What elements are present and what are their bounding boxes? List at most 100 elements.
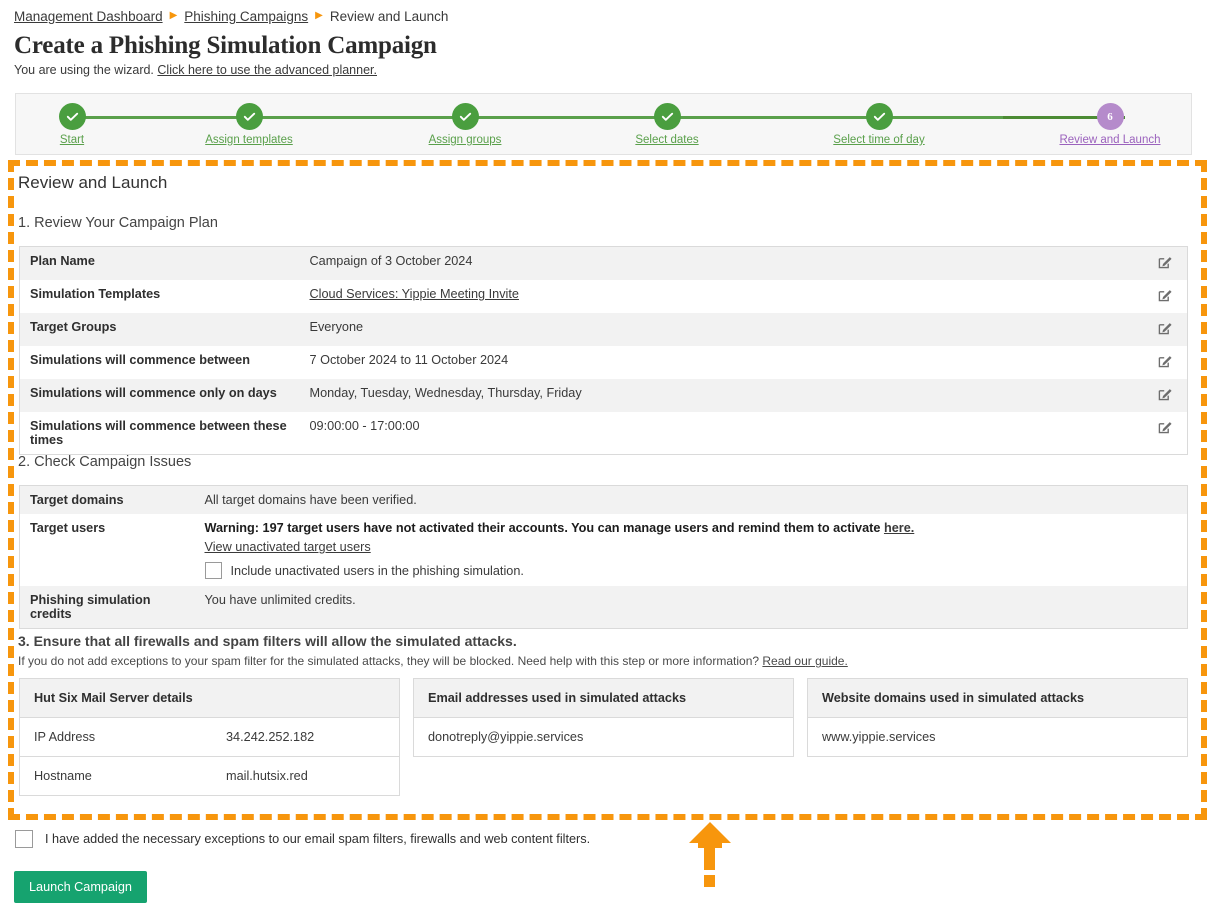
view-unactivated-target-users-link[interactable]: View unactivated target users (205, 540, 371, 554)
read-our-guide-link[interactable]: Read our guide. (762, 654, 847, 668)
table-row: Target users Warning: 197 target users h… (19, 514, 1188, 586)
card-mail-server-details: Hut Six Mail Server details IP Address 3… (19, 678, 400, 796)
stepper-label-assign-templates[interactable]: Assign templates (179, 134, 319, 146)
breadcrumb-separator-icon: ▶ (169, 9, 178, 21)
stepper-bubble-complete (451, 103, 479, 130)
stepper-step-select-dates[interactable]: Select dates (597, 103, 737, 146)
edit-pencil-icon[interactable] (1157, 320, 1173, 339)
stepper-bubble-complete (865, 103, 893, 130)
exceptions-confirmation-checkbox[interactable] (15, 830, 33, 848)
edit-pencil-icon[interactable] (1157, 419, 1173, 438)
stepper-label-start[interactable]: Start (2, 134, 142, 146)
card-row-key: www.yippie.services (822, 730, 936, 744)
stepper-step-select-time-of-day[interactable]: Select time of day (809, 103, 949, 146)
edit-pencil-icon[interactable] (1157, 287, 1173, 306)
table-row: Phishing simulation credits You have unl… (19, 586, 1188, 629)
stepper-step-review-and-launch[interactable]: 6 Review and Launch (1040, 103, 1180, 146)
card-row-key: donotreply@yippie.services (428, 730, 584, 744)
table-row: Simulation Templates Cloud Services: Yip… (19, 280, 1188, 313)
stepper-label-review-and-launch[interactable]: Review and Launch (1040, 134, 1180, 146)
page-section-heading: Review and Launch (18, 173, 168, 192)
plan-row-label: Plan Name (30, 254, 95, 268)
card-heading: Hut Six Mail Server details (20, 679, 399, 718)
simulation-template-link[interactable]: Cloud Services: Yippie Meeting Invite (310, 287, 519, 301)
card-website-domains: Website domains used in simulated attack… (807, 678, 1188, 757)
breadcrumb: Management Dashboard ▶ Phishing Campaign… (14, 9, 448, 24)
plan-row-label: Simulations will commence between these … (30, 419, 287, 447)
plan-row-edit-cell[interactable] (1144, 313, 1188, 346)
plan-row-value: Everyone (309, 320, 364, 334)
stepper-bubble-complete (58, 103, 86, 130)
table-row: Simulations will commence only on days M… (19, 379, 1188, 412)
advanced-planner-link[interactable]: Click here to use the advanced planner. (157, 63, 377, 77)
table-row: Target domains All target domains have b… (19, 485, 1188, 514)
plan-row-edit-cell[interactable] (1144, 247, 1188, 281)
check-icon (661, 112, 673, 121)
issue-label-target-users: Target users (30, 521, 106, 535)
wizard-stepper: Start Assign templates Assign groups Sel… (15, 93, 1192, 155)
wizard-subtitle: You are using the wizard. Click here to … (14, 63, 377, 77)
issue-label-target-domains: Target domains (30, 493, 124, 507)
plan-row-label: Target Groups (30, 320, 117, 334)
stepper-label-select-time-of-day[interactable]: Select time of day (809, 134, 949, 146)
edit-pencil-icon[interactable] (1157, 353, 1173, 372)
issue-label-credits: Phishing simulation credits (30, 593, 151, 621)
check-icon (243, 112, 255, 121)
exceptions-confirmation-row[interactable]: I have added the necessary exceptions to… (15, 830, 590, 848)
stepper-step-number: 6 (1107, 110, 1113, 123)
stepper-bubble-current: 6 (1096, 103, 1124, 130)
plan-row-value: Monday, Tuesday, Wednesday, Thursday, Fr… (309, 386, 582, 400)
card-row: www.yippie.services (808, 718, 1187, 756)
stepper-step-assign-templates[interactable]: Assign templates (179, 103, 319, 146)
card-row-value: mail.hutsix.red (226, 769, 308, 783)
include-unactivated-users-label: Include unactivated users in the phishin… (230, 563, 524, 578)
include-unactivated-users-checkbox[interactable] (204, 562, 222, 579)
arrow-up-icon (689, 822, 731, 887)
stepper-bubble-complete (653, 103, 681, 130)
section-3-note-text: If you do not add exceptions to your spa… (18, 654, 763, 668)
section-3-note: If you do not add exceptions to your spa… (18, 654, 848, 668)
breadcrumb-item-review-and-launch: Review and Launch (329, 9, 449, 24)
card-heading: Email addresses used in simulated attack… (414, 679, 793, 718)
issue-value-credits: You have unlimited credits. (204, 593, 356, 607)
edit-pencil-icon[interactable] (1157, 386, 1173, 405)
breadcrumb-item-phishing-campaigns[interactable]: Phishing Campaigns (184, 9, 308, 24)
check-icon (66, 112, 78, 121)
table-row: Simulations will commence between 7 Octo… (19, 346, 1188, 379)
card-row: Hostname mail.hutsix.red (20, 756, 399, 795)
plan-row-edit-cell[interactable] (1144, 280, 1188, 313)
card-row-key: Hostname (34, 769, 92, 783)
card-email-addresses: Email addresses used in simulated attack… (413, 678, 794, 757)
section-3-title: 3. Ensure that all firewalls and spam fi… (18, 633, 517, 649)
stepper-label-select-dates[interactable]: Select dates (597, 134, 737, 146)
table-row: Simulations will commence between these … (19, 412, 1188, 455)
stepper-label-assign-groups[interactable]: Assign groups (395, 134, 535, 146)
section-2-title: 2. Check Campaign Issues (18, 454, 192, 470)
card-row: IP Address 34.242.252.182 (20, 718, 399, 756)
plan-row-edit-cell[interactable] (1144, 412, 1188, 455)
edit-pencil-icon[interactable] (1157, 254, 1173, 273)
card-row: donotreply@yippie.services (414, 718, 793, 756)
launch-campaign-button[interactable]: Launch Campaign (14, 871, 147, 903)
card-heading: Website domains used in simulated attack… (808, 679, 1187, 718)
issue-value-target-domains: All target domains have been verified. (204, 493, 417, 507)
manage-users-here-link[interactable]: here. (884, 521, 914, 535)
target-users-warning: Warning: 197 target users have not activ… (205, 521, 1178, 535)
campaign-issues-table: Target domains All target domains have b… (19, 485, 1188, 629)
plan-row-edit-cell[interactable] (1144, 346, 1188, 379)
table-row: Target Groups Everyone (19, 313, 1188, 346)
breadcrumb-item-management-dashboard[interactable]: Management Dashboard (14, 9, 163, 24)
plan-row-edit-cell[interactable] (1144, 379, 1188, 412)
check-icon (459, 112, 471, 121)
stepper-step-assign-groups[interactable]: Assign groups (395, 103, 535, 146)
issue-value-target-users: Warning: 197 target users have not activ… (195, 514, 1188, 586)
server-details-cards: Hut Six Mail Server details IP Address 3… (19, 678, 1188, 796)
plan-row-value: 7 October 2024 to 11 October 2024 (309, 353, 509, 367)
plan-row-label: Simulation Templates (30, 287, 161, 301)
stepper-step-start[interactable]: Start (2, 103, 142, 146)
target-users-warning-text: Warning: 197 target users have not activ… (204, 521, 884, 535)
stepper-bubble-complete (235, 103, 263, 130)
wizard-subtitle-text: You are using the wizard. (14, 63, 158, 77)
include-unactivated-users-row[interactable]: Include unactivated users in the phishin… (204, 562, 1178, 579)
plan-row-label: Simulations will commence between (30, 353, 250, 367)
